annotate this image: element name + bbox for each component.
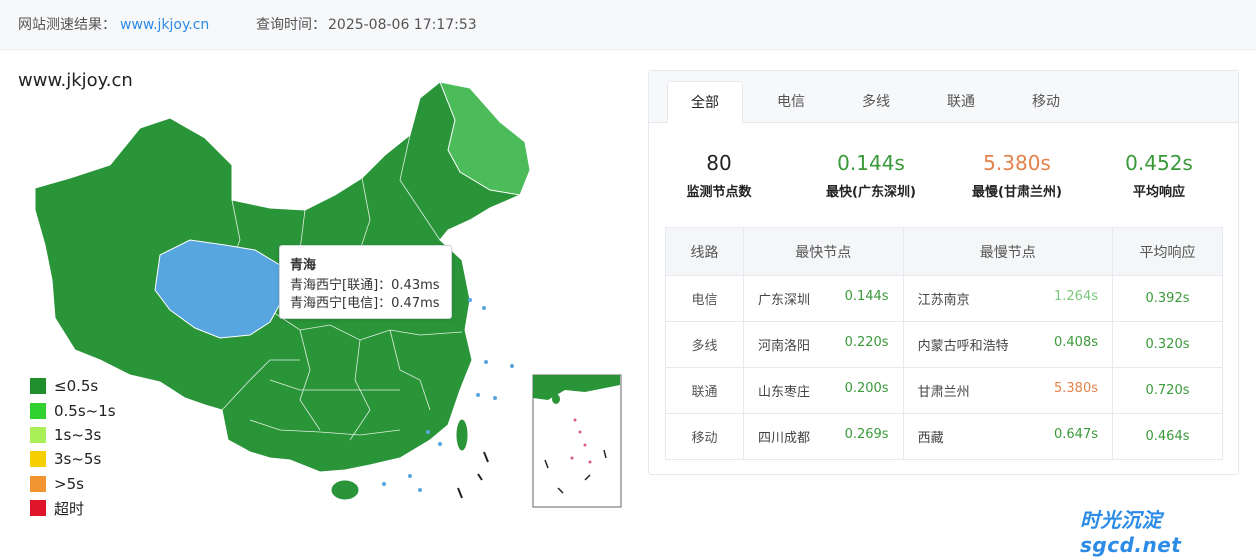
legend-label: 1s~3s bbox=[54, 425, 102, 444]
legend-label: ≤0.5s bbox=[54, 377, 99, 396]
cell-line: 联通 bbox=[665, 367, 744, 414]
stat-fastest: 0.144s 最快(广东深圳) bbox=[801, 149, 941, 200]
fast-node-value: 0.220s bbox=[844, 335, 889, 350]
legend-item[interactable]: >5s bbox=[30, 472, 116, 496]
stat-value: 80 bbox=[706, 151, 732, 175]
col-header-line: 线路 bbox=[665, 227, 744, 276]
table-row: 多线 河南洛阳 0.220s 内蒙古呼和浩特 0.408s 0.320s bbox=[665, 321, 1223, 368]
fast-node-name: 广东深圳 bbox=[758, 293, 811, 308]
results-panel: 全部 电信 多线 联通 移动 80 监测节点数 0.144s 最快(广东深圳) … bbox=[648, 70, 1239, 475]
tooltip-line-telecom: 青海西宁[电信]：0.47ms bbox=[290, 296, 440, 311]
legend-swatch bbox=[30, 402, 46, 419]
result-url-link[interactable]: www.jkjoy.cn bbox=[120, 17, 209, 33]
result-info: 网站测速结果： www.jkjoy.cn bbox=[18, 14, 209, 34]
legend-swatch bbox=[30, 500, 46, 517]
stat-average: 0.452s 平均响应 bbox=[1089, 149, 1229, 200]
cell-fastest: 四川成都 0.269s bbox=[743, 413, 904, 460]
legend-label: 3s~5s bbox=[54, 450, 102, 469]
stat-value: 0.452s bbox=[1125, 151, 1193, 175]
map-hainan[interactable] bbox=[330, 479, 360, 501]
stat-slowest: 5.380s 最慢(甘肃兰州) bbox=[947, 149, 1087, 200]
slow-node-name: 江苏南京 bbox=[917, 293, 970, 308]
slow-node-name: 西藏 bbox=[917, 431, 944, 446]
stat-label: 最慢(甘肃兰州) bbox=[972, 185, 1062, 200]
fast-node-name: 山东枣庄 bbox=[758, 385, 811, 400]
cell-slowest: 西藏 0.647s bbox=[902, 413, 1114, 460]
fast-node-name: 四川成都 bbox=[758, 431, 811, 446]
query-time-info: 查询时间： 2025-08-06 17:17:53 bbox=[256, 14, 477, 34]
line-tabs: 全部 电信 多线 联通 移动 bbox=[649, 71, 1238, 123]
legend-item[interactable]: 0.5s~1s bbox=[30, 398, 116, 422]
cell-slowest: 内蒙古呼和浩特 0.408s bbox=[902, 321, 1114, 368]
legend-label: 0.5s~1s bbox=[54, 401, 116, 420]
legend-swatch bbox=[30, 475, 46, 492]
query-info-bar: 网站测速结果： www.jkjoy.cn 查询时间： 2025-08-06 17:1… bbox=[0, 0, 1256, 50]
time-value: 2025-08-06 17:17:53 bbox=[328, 17, 477, 33]
slow-node-name: 内蒙古呼和浩特 bbox=[917, 339, 1009, 354]
results-table: 线路 最快节点 最慢节点 平均响应 电信 广东深圳 0.144s 江苏南京 1.26… bbox=[665, 227, 1223, 460]
table-header-row: 线路 最快节点 最慢节点 平均响应 bbox=[665, 227, 1223, 276]
cell-average: 0.720s bbox=[1112, 367, 1223, 414]
legend-item[interactable]: ≤0.5s bbox=[30, 374, 116, 398]
tab-telecom[interactable]: 电信 bbox=[753, 81, 829, 123]
cell-fastest: 山东枣庄 0.200s bbox=[743, 367, 904, 414]
table-row: 移动 四川成都 0.269s 西藏 0.647s 0.464s bbox=[665, 413, 1223, 460]
province-tooltip: 青海 青海西宁[联通]：0.43ms 青海西宁[电信]：0.47ms bbox=[279, 245, 452, 319]
fast-node-value: 0.144s bbox=[844, 289, 889, 304]
cell-average: 0.320s bbox=[1112, 321, 1223, 368]
fast-node-name: 河南洛阳 bbox=[758, 339, 811, 354]
col-header-average: 平均响应 bbox=[1112, 227, 1223, 276]
map-legend: ≤0.5s 0.5s~1s 1s~3s 3s~5s >5s 超时 bbox=[30, 374, 116, 520]
cell-line: 电信 bbox=[665, 275, 744, 322]
cell-average: 0.392s bbox=[1112, 275, 1223, 322]
legend-swatch bbox=[30, 426, 46, 443]
slow-node-value: 0.647s bbox=[1054, 427, 1098, 442]
legend-item[interactable]: 1s~3s bbox=[30, 423, 116, 447]
cell-fastest: 广东深圳 0.144s bbox=[743, 275, 904, 322]
stat-value: 5.380s bbox=[983, 151, 1051, 175]
cell-slowest: 甘肃兰州 5.380s bbox=[902, 367, 1114, 414]
stat-label: 最快(广东深圳) bbox=[826, 185, 916, 200]
stat-label: 监测节点数 bbox=[686, 185, 752, 200]
col-header-fastest: 最快节点 bbox=[743, 227, 904, 276]
tooltip-line-unicom: 青海西宁[联通]：0.43ms bbox=[290, 278, 440, 293]
table-row: 电信 广东深圳 0.144s 江苏南京 1.264s 0.392s bbox=[665, 275, 1223, 322]
slow-node-value: 5.380s bbox=[1054, 381, 1098, 396]
legend-swatch bbox=[30, 451, 46, 468]
cell-line: 移动 bbox=[665, 413, 744, 460]
fast-node-value: 0.269s bbox=[844, 427, 889, 442]
table-row: 联通 山东枣庄 0.200s 甘肃兰州 5.380s 0.720s bbox=[665, 367, 1223, 414]
legend-label: 超时 bbox=[54, 499, 85, 518]
tooltip-title: 青海 bbox=[290, 258, 317, 273]
tab-unicom[interactable]: 联通 bbox=[923, 81, 999, 123]
cell-slowest: 江苏南京 1.264s bbox=[902, 275, 1114, 322]
legend-label: >5s bbox=[54, 474, 84, 493]
result-label: 网站测速结果： bbox=[18, 17, 116, 33]
slow-node-value: 1.264s bbox=[1054, 289, 1098, 304]
time-label: 查询时间： bbox=[256, 17, 326, 33]
tab-all[interactable]: 全部 bbox=[667, 81, 743, 123]
map-inset-island bbox=[552, 394, 560, 404]
stat-value: 0.144s bbox=[837, 151, 905, 175]
map-taiwan[interactable] bbox=[455, 418, 469, 452]
col-header-slowest: 最慢节点 bbox=[902, 227, 1114, 276]
tab-multiline[interactable]: 多线 bbox=[838, 81, 914, 123]
fast-node-value: 0.200s bbox=[844, 381, 889, 396]
watermark-text: 时光沉淀sgcd.net bbox=[1080, 508, 1182, 557]
map-dash-lines bbox=[457, 451, 489, 499]
cell-average: 0.464s bbox=[1112, 413, 1223, 460]
slow-node-name: 甘肃兰州 bbox=[917, 385, 970, 400]
cell-line: 多线 bbox=[665, 321, 744, 368]
slow-node-value: 0.408s bbox=[1054, 335, 1098, 350]
legend-item[interactable]: 3s~5s bbox=[30, 447, 116, 471]
tab-mobile[interactable]: 移动 bbox=[1008, 81, 1084, 123]
cell-fastest: 河南洛阳 0.220s bbox=[743, 321, 904, 368]
legend-item[interactable]: 超时 bbox=[30, 496, 116, 520]
stat-node-count: 80 监测节点数 bbox=[649, 149, 789, 200]
stat-label: 平均响应 bbox=[1132, 185, 1185, 200]
legend-swatch bbox=[30, 378, 46, 395]
